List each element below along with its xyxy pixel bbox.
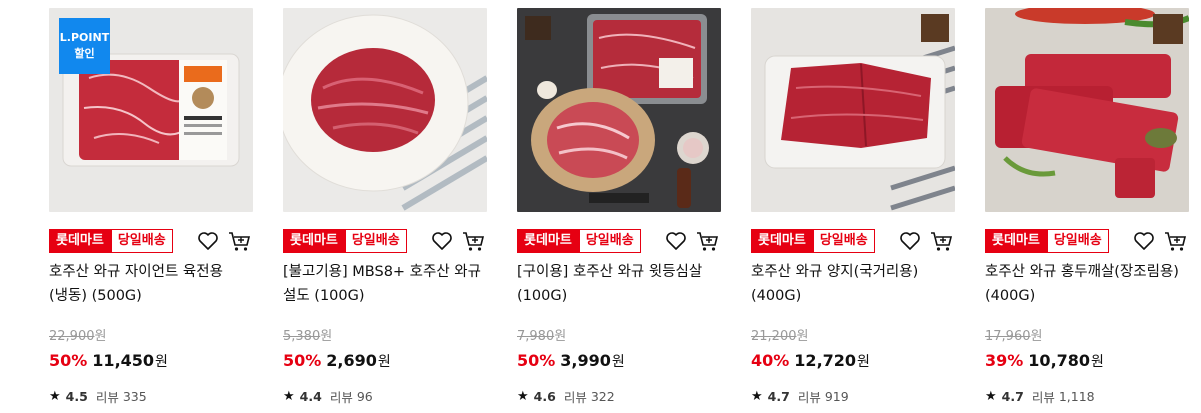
store-badge: 롯데마트 [517, 229, 579, 253]
heart-icon[interactable] [664, 229, 688, 253]
badge-group: 롯데마트 당일배송 [751, 229, 875, 253]
product-title[interactable]: 호주산 와규 자이언트 육전용 (냉동) (500G) [49, 260, 253, 308]
product-title[interactable]: [구이용] 호주산 와규 윗등심살 (100G) [517, 260, 721, 308]
discount-rate: 40% [751, 351, 790, 370]
delivery-badge: 당일배송 [578, 229, 641, 253]
review-count: 335 [122, 389, 147, 404]
heart-icon[interactable] [898, 229, 922, 253]
review-count: 919 [824, 389, 849, 404]
product-title[interactable]: 호주산 와규 홍두깨살(장조림용) (400G) [985, 260, 1189, 308]
badge-group: 롯데마트 당일배송 [517, 229, 641, 253]
discount-rate: 39% [985, 351, 1024, 370]
product-title[interactable]: [불고기용] MBS8+ 호주산 와규 설도 (100G) [283, 260, 487, 308]
delivery-badge: 당일배송 [110, 229, 173, 253]
heart-icon[interactable] [430, 229, 454, 253]
star-icon: ★ [49, 389, 61, 404]
rating-row: ★ 4.7 리뷰 919 [751, 389, 849, 405]
product-card[interactable]: 롯데마트 당일배송 호주산 와규 홍두깨살(장조림용) (400G) 17,96… [985, 8, 1189, 405]
sale-price: 39% 10,780원 [985, 351, 1104, 370]
discount-rate: 50% [283, 351, 322, 370]
delivery-badge: 당일배송 [1046, 229, 1109, 253]
cart-icon[interactable] [461, 229, 487, 253]
product-card[interactable]: 롯데마트 당일배송 [구이용] 호주산 와규 윗등심살 (100G) 7,980… [517, 8, 721, 405]
product-card[interactable]: 롯데마트 당일배송 [불고기용] MBS8+ 호주산 와규 설도 (100G) … [283, 8, 487, 405]
cart-icon[interactable] [929, 229, 955, 253]
badge-group: 롯데마트 당일배송 [49, 229, 173, 253]
review-count: 1,118 [1058, 389, 1095, 404]
star-icon: ★ [283, 389, 295, 404]
discount-rate: 50% [49, 351, 88, 370]
original-price: 22,900원 [49, 329, 107, 344]
store-badge: 롯데마트 [985, 229, 1047, 253]
store-badge: 롯데마트 [283, 229, 345, 253]
original-price: 7,980원 [517, 329, 567, 344]
star-icon: ★ [517, 389, 529, 404]
product-card[interactable]: 롯데마트 당일배송 호주산 와규 양지(국거리용) (400G) 21,200원… [751, 8, 955, 405]
delivery-badge: 당일배송 [344, 229, 407, 253]
store-badge: 롯데마트 [751, 229, 813, 253]
badge-group: 롯데마트 당일배송 [283, 229, 407, 253]
rating-row: ★ 4.4 리뷰 96 [283, 389, 373, 405]
sale-price: 40% 12,720원 [751, 351, 870, 370]
rating-row: ★ 4.6 리뷰 322 [517, 389, 615, 405]
lpoint-discount-badge: L.POINT 할인 [59, 18, 110, 74]
product-image[interactable] [751, 8, 955, 212]
discount-rate: 50% [517, 351, 556, 370]
cart-icon[interactable] [695, 229, 721, 253]
product-image[interactable] [283, 8, 487, 212]
product-image[interactable]: L.POINT 할인 [49, 8, 253, 212]
original-price: 5,380원 [283, 329, 333, 344]
sale-price: 50% 2,690원 [283, 351, 391, 370]
sale-price: 50% 3,990원 [517, 351, 625, 370]
review-count: 96 [356, 389, 373, 404]
heart-icon[interactable] [196, 229, 220, 253]
heart-icon[interactable] [1132, 229, 1156, 253]
star-icon: ★ [985, 389, 997, 404]
original-price: 21,200원 [751, 329, 809, 344]
rating-row: ★ 4.5 리뷰 335 [49, 389, 147, 405]
cart-icon[interactable] [227, 229, 253, 253]
product-card[interactable]: L.POINT 할인 롯데마트 당일배송 호주산 와규 자이언트 육전용 (냉동)… [49, 8, 253, 405]
rating-row: ★ 4.7 리뷰 1,118 [985, 389, 1095, 405]
delivery-badge: 당일배송 [812, 229, 875, 253]
sale-price: 50% 11,450원 [49, 351, 168, 370]
star-icon: ★ [751, 389, 763, 404]
product-image[interactable] [985, 8, 1189, 212]
original-price: 17,960원 [985, 329, 1043, 344]
badge-group: 롯데마트 당일배송 [985, 229, 1109, 253]
cart-icon[interactable] [1163, 229, 1189, 253]
product-image[interactable] [517, 8, 721, 212]
review-count: 322 [590, 389, 615, 404]
product-title[interactable]: 호주산 와규 양지(국거리용) (400G) [751, 260, 955, 308]
store-badge: 롯데마트 [49, 229, 111, 253]
product-grid: L.POINT 할인 롯데마트 당일배송 호주산 와규 자이언트 육전용 (냉동)… [0, 0, 1201, 413]
